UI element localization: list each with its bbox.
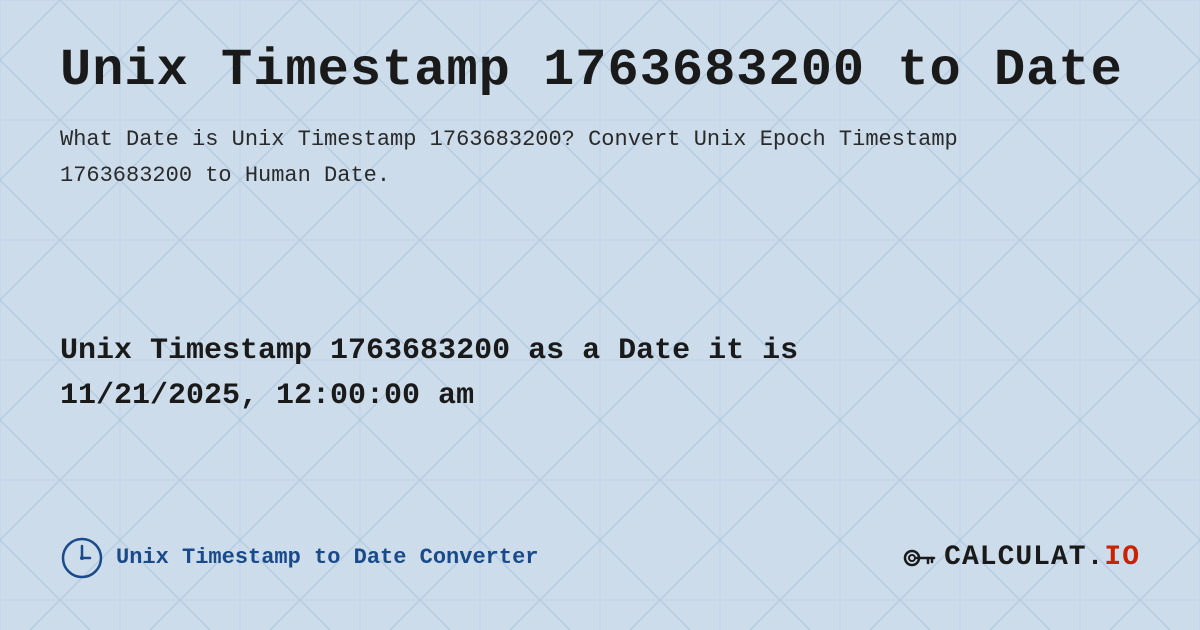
page-title: Unix Timestamp 1763683200 to Date	[60, 40, 1140, 102]
clock-icon	[60, 536, 104, 580]
result-line2: 11/21/2025, 12:00:00 am	[60, 374, 1140, 419]
logo-icon	[900, 540, 936, 576]
logo-text: CALCULAT.IO	[944, 542, 1140, 573]
page-description: What Date is Unix Timestamp 1763683200? …	[60, 122, 960, 192]
footer-label: Unix Timestamp to Date Converter	[116, 545, 538, 570]
result-line1: Unix Timestamp 1763683200 as a Date it i…	[60, 329, 1140, 374]
logo-area: CALCULAT.IO	[900, 540, 1140, 576]
